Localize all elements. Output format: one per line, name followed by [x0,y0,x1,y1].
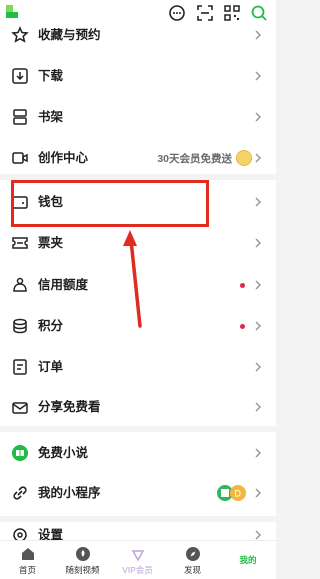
link-icon [13,486,27,500]
menu-item-label: 设置 [38,528,64,540]
chevron-right-icon [255,71,262,81]
menu-item-settings[interactable]: 设置 [0,522,276,540]
coins-icon [13,318,27,334]
tab-vip[interactable]: VIP会员 [110,541,165,579]
video-camera-icon [12,152,28,164]
tab-label: 发现 [183,565,201,575]
menu-card-content: 收藏与预约 下载 书架 创作中心 30天会员免费送 [0,24,276,174]
mini-program-avatars-icon: D [217,485,246,501]
menu-item-label: 信用额度 [38,278,89,292]
svg-text:D: D [235,489,242,499]
book-icon [12,445,28,461]
chevron-right-icon [255,238,262,248]
chevron-right-icon [255,402,262,412]
notification-dot [240,324,245,329]
chevron-right-icon [255,362,262,372]
annotation-arrow-icon [123,230,142,328]
vip-diamond-icon [131,550,144,562]
flame-icon [75,547,90,561]
chevron-right-icon [255,321,262,331]
vip-crown-icon [236,150,252,166]
menu-card-settings: 设置 [0,522,276,540]
tab-mine[interactable]: 我的 [220,541,276,579]
tab-label: 首页 [18,565,36,575]
menu-item-label: 订单 [38,360,64,374]
menu-item-label: 书架 [38,110,64,124]
tab-label: VIP会员 [122,565,153,575]
chevron-right-icon [255,197,262,207]
chevron-right-icon [255,530,262,540]
menu-item-label: 收藏与预约 [38,28,101,42]
menu-item-label: 创作中心 [38,151,89,165]
tab-label: 随刻视频 [65,565,100,575]
tab-label: 我的 [239,555,257,565]
chevron-right-icon [255,280,262,290]
tab-home[interactable]: 首页 [0,541,55,579]
chevron-right-icon [255,30,262,40]
menu-item-label: 我的小程序 [38,486,101,500]
menu-item-share[interactable]: 分享免费看 [0,386,276,428]
ticket-icon [12,237,28,249]
menu-item-label: 免费小说 [38,446,89,460]
menu-item-label: 分享免费看 [38,400,101,414]
chevron-right-icon [255,488,262,498]
menu-item-downloads[interactable]: 下载 [0,55,276,97]
gear-icon [13,528,27,540]
share-envelope-icon [12,402,28,414]
menu-item-label: 票夹 [38,236,64,250]
chevron-right-icon [255,112,262,122]
bookshelf-icon [13,109,27,125]
favorites-icon [11,26,29,43]
download-icon [12,68,28,84]
menu-item-label: 下载 [38,69,64,83]
chevron-right-icon [255,153,262,163]
tab-suike-video[interactable]: 随刻视频 [55,541,110,579]
menu-item-free-novels[interactable]: 免费小说 [0,432,276,474]
menu-item-mini-programs[interactable]: 我的小程序 D [0,472,276,514]
chevron-right-icon [255,448,262,458]
menu-item-favorites[interactable]: 收藏与预约 [0,14,276,56]
menu-item-creator[interactable]: 创作中心 30天会员免费送 [0,137,276,179]
bottom-tab-bar: 首页 随刻视频 VIP会员 发现 我的 [0,540,276,579]
wallet-highlight-box [11,180,209,227]
home-icon [21,548,34,560]
compass-icon [185,547,200,561]
menu-item-label: 积分 [38,319,64,333]
menu-item-orders[interactable]: 订单 [0,346,276,388]
menu-item-bookshelf[interactable]: 书架 [0,96,276,138]
tab-discover[interactable]: 发现 [165,541,220,579]
order-icon [13,359,27,375]
menu-card-services: 免费小说 我的小程序 D [0,432,276,516]
creator-promo-text: 30天会员免费送 [157,153,232,165]
credit-icon [13,277,27,292]
notification-dot [240,283,245,288]
